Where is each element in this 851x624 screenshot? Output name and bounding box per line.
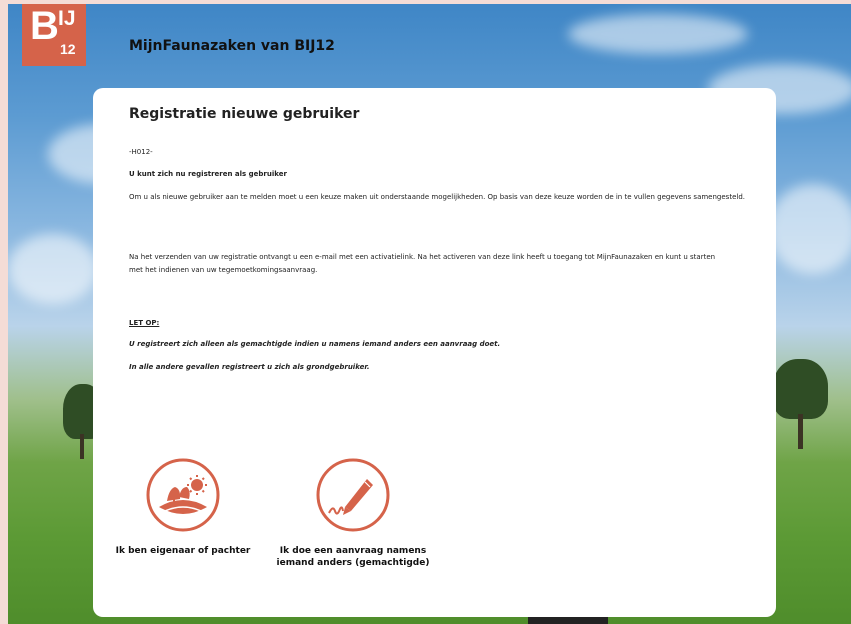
proxy-option-label[interactable]: Ik doe een aanvraag namens iemand anders…	[273, 545, 433, 569]
subheading: U kunt zich nu registreren als gebruiker	[129, 170, 287, 178]
owner-option-label[interactable]: Ik ben eigenaar of pachter	[113, 545, 253, 557]
site-title: MijnFaunazaken van BIJ12	[129, 38, 335, 54]
page-title: Registratie nieuwe gebruiker	[129, 106, 360, 122]
logo-letter: B	[30, 4, 59, 48]
land-owner-icon[interactable]	[145, 457, 221, 533]
pen-signature-icon[interactable]	[315, 457, 391, 533]
registration-card: Registratie nieuwe gebruiker -H012- U ku…	[93, 88, 776, 617]
logo-subscript: 12	[60, 41, 76, 57]
notice-line-2: In alle andere gevallen registreert u zi…	[129, 363, 370, 371]
notice-line-1: U registreert zich alleen als gemachtigd…	[129, 340, 501, 348]
logo-superscript: IJ	[58, 7, 76, 30]
owner-option-button[interactable]: Ik ben eigenaar of pachter	[113, 457, 253, 557]
notice-title: LET OP:	[129, 319, 160, 327]
activation-paragraph: Na het verzenden van uw registratie ontv…	[129, 253, 716, 274]
intro-paragraph: Om u als nieuwe gebruiker aan te melden …	[129, 193, 745, 201]
page-code: -H012-	[129, 148, 153, 156]
bij12-logo[interactable]: B IJ 12	[22, 4, 86, 66]
proxy-option-button[interactable]: Ik doe een aanvraag namens iemand anders…	[273, 457, 433, 569]
